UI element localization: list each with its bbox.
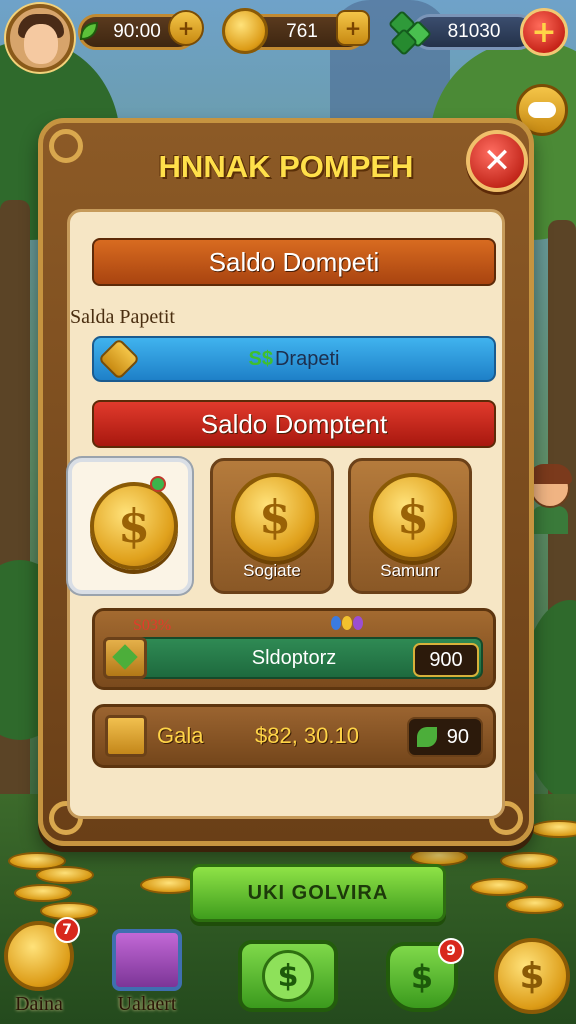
reward-row-inner: Sldoptorz 900	[105, 637, 483, 679]
gold-coin-icon: $	[494, 938, 570, 1014]
chest-icon	[112, 929, 182, 991]
notification-badge: 9	[438, 938, 464, 964]
coin-option-3[interactable]: $ Samunr	[348, 458, 472, 594]
gold-chip: 90	[407, 717, 483, 757]
leaf-icon	[417, 727, 437, 747]
wallet-address-bar[interactable]: S$ Drapeti	[92, 336, 496, 382]
coin-pile	[500, 852, 558, 870]
coin-pile	[36, 866, 94, 884]
reward-value-chip: 900	[413, 643, 479, 677]
reward-row[interactable]: S03% Sldoptorz 900	[92, 608, 496, 690]
dollar-coin-icon: $	[231, 473, 319, 561]
nav-label: Ualaert	[117, 993, 177, 1015]
coin-option-1[interactable]: $	[68, 458, 192, 594]
gem-icon	[387, 9, 434, 57]
nav-item-gold[interactable]: $	[494, 938, 570, 1014]
coin-option-label: Samunr	[380, 561, 440, 580]
dollar-button: $	[238, 940, 338, 1012]
diamond-icon	[97, 337, 141, 381]
blue-bar-prefix: S$	[248, 347, 273, 370]
dollar-coin-icon: $	[262, 950, 314, 1002]
close-icon: ✕	[482, 141, 512, 181]
nav-label: Daina	[15, 993, 63, 1015]
energy-add-button[interactable]: +	[168, 10, 204, 46]
treasure-chest-icon	[103, 637, 147, 679]
coin-option-2[interactable]: $ Sogiate	[210, 458, 334, 594]
confetti-icon	[331, 615, 371, 633]
coins-add-button[interactable]: +	[336, 10, 370, 46]
coin-icon	[222, 8, 268, 54]
top-bar: 90:00 + 761 + 81030 +	[0, 0, 576, 76]
notification-badge: 7	[54, 917, 80, 943]
gem-badge-icon	[150, 476, 166, 492]
gems-add-button[interactable]: +	[520, 8, 568, 56]
gold-label: Gala	[157, 723, 204, 748]
reward-value: 900	[429, 648, 463, 671]
gems-value: 81030	[447, 21, 501, 42]
coin-option-label: Sogiate	[243, 561, 301, 580]
gold-row[interactable]: Gala $82, 30.10 90	[92, 704, 496, 768]
coin-pile	[470, 878, 528, 896]
gold-amount: $82, 30.10	[255, 723, 359, 748]
red-header: Saldo Domptent	[92, 400, 496, 448]
dialog-title: HNNAK POMPEH	[158, 149, 414, 184]
balance-header: Saldo Dompeti	[92, 238, 496, 286]
gold-box-icon	[105, 715, 147, 757]
coin-pile	[506, 896, 564, 914]
nav-item-ualaert[interactable]: Ualaert	[112, 929, 182, 1016]
confirm-button[interactable]: UKI GOLVIRA	[190, 864, 446, 922]
wallet-dialog: HNNAK POMPEH Saldo Dompeti Salda Papetit…	[38, 118, 534, 922]
blue-bar-text: Drapeti	[274, 347, 340, 370]
dollar-coin-icon: $	[369, 473, 457, 561]
gold-chip-value: 90	[446, 725, 469, 748]
dialog-panel: Saldo Dompeti Salda Papetit S$ Drapeti S…	[67, 209, 505, 922]
dollar-coin-icon: $	[90, 482, 178, 570]
nav-item-shop[interactable]: $	[238, 940, 338, 1012]
nav-item-daina[interactable]: 7 Daina	[4, 917, 80, 1016]
energy-value: 90:00	[113, 21, 161, 42]
nav-item-rewards[interactable]: $ 9	[386, 938, 464, 1012]
leaf-icon	[74, 16, 104, 46]
coin-pile	[14, 884, 72, 902]
coins-value: 761	[286, 21, 318, 42]
player-avatar[interactable]	[6, 4, 74, 72]
balance-sublabel: Salda Papetit	[70, 306, 175, 328]
reward-percent: S03%	[133, 617, 172, 634]
close-button[interactable]: ✕	[466, 130, 528, 192]
